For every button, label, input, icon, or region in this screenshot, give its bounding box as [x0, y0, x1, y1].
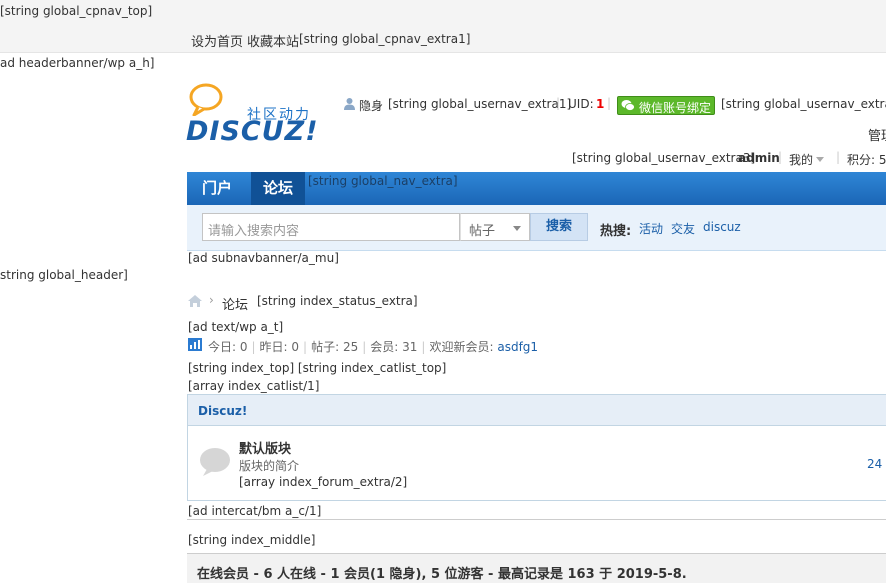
username-link[interactable]: admin [738, 151, 780, 165]
forum-stats: 今日: 0 | 昨日: 0 | 帖子: 25 | 会员: 31 | 欢迎新会员: asdfg1 [208, 338, 538, 355]
online-members-text[interactable]: 在线会员 - 6 人在线 - 1 会员(1 隐身), 5 位游客 - 最高记录是… [197, 563, 687, 582]
stat-today: 今日: 0 [208, 340, 248, 354]
forum-post-count: 24 / [867, 457, 886, 471]
usernav-divider-4: | [836, 150, 841, 164]
search-button[interactable]: 搜索 [530, 213, 588, 241]
chevron-down-icon [513, 226, 521, 231]
stat-separator: | [251, 340, 256, 354]
stat-members: 会员: 31 [370, 340, 418, 354]
stat-posts: 帖子: 25 [311, 340, 359, 354]
index-top-placeholder: [string index_top] [string index_catlist… [188, 361, 447, 375]
global-header-placeholder: string global_header] [0, 268, 128, 282]
breadcrumb-separator-icon: › [209, 293, 214, 307]
main-nav: 门户 论坛 [string global_nav_extra] [187, 172, 886, 205]
nav-portal[interactable]: 门户 [190, 172, 244, 205]
manage-link[interactable]: 管理 [868, 125, 886, 144]
cpnav-extra1-placeholder: [string global_cpnav_extra1] [299, 32, 471, 46]
nav-forum[interactable]: 论坛 [251, 172, 306, 205]
usernav-divider-2: | [607, 96, 612, 110]
set-home-link[interactable]: 设为首页 [191, 31, 243, 50]
top-bar: [string global_cpnav_top] 设为首页 收藏本站 [str… [0, 0, 886, 53]
usernav-extra4-placeholder: [string global_usernav_extra4] [721, 97, 886, 111]
stat-welcome: 欢迎新会员: [429, 340, 494, 354]
my-menu[interactable]: 我的 [789, 151, 813, 168]
points-link[interactable]: 积分: 5 [847, 151, 886, 168]
index-middle-placeholder: [string index_middle] [188, 533, 316, 547]
stat-separator: | [421, 340, 426, 354]
uid-value: 1 [596, 97, 605, 111]
stat-yesterday: 昨日: 0 [259, 340, 300, 354]
nav-extra-placeholder: [string global_nav_extra] [308, 174, 458, 188]
hot-search-link[interactable]: 活动 [639, 220, 663, 237]
online-members-bar: 在线会员 - 6 人在线 - 1 会员(1 隐身), 5 位游客 - 最高记录是… [187, 553, 886, 583]
wechat-bind-label: 微信账号绑定 [639, 101, 712, 115]
logo-brand: DISCUZ! [186, 116, 319, 147]
forum-description: 版块的简介 [239, 459, 300, 473]
bookmark-link[interactable]: 收藏本站 [247, 31, 299, 50]
logo-bubble-icon [189, 83, 223, 116]
search-input[interactable]: 请输入搜索内容 [202, 213, 460, 241]
stats-chart-icon [188, 338, 202, 351]
user-icon [344, 98, 355, 110]
headerbanner-placeholder: ad headerbanner/wp a_h] [0, 56, 155, 70]
intercat-placeholder: [ad intercat/bm a_c/1] [188, 504, 322, 518]
usernav-divider-3: | [778, 150, 783, 164]
usernav-extra3-placeholder: [string global_usernav_extra3] [572, 151, 756, 165]
stealth-link[interactable]: 隐身 [359, 97, 383, 114]
subnav-banner-placeholder: [ad subnavbanner/a_mu] [188, 251, 339, 265]
forum-name-link[interactable]: 默认版块 [239, 438, 291, 457]
search-bar: 请输入搜索内容 帖子 搜索 热搜: 活动 交友 discuz [187, 205, 886, 251]
stat-separator: | [303, 340, 308, 354]
stat-separator: | [362, 340, 367, 354]
section-divider [187, 519, 886, 520]
index-status-extra-placeholder: [string index_status_extra] [257, 294, 418, 308]
cpnav-top-placeholder: [string global_cpnav_top] [0, 4, 153, 18]
my-menu-caret-icon [816, 157, 824, 162]
hot-search-link[interactable]: discuz [703, 220, 741, 234]
catlist-placeholder: [array index_catlist/1] [188, 379, 320, 393]
forum-row: 默认版块 版块的简介 [array index_forum_extra/2] 2… [187, 426, 886, 501]
newest-member-link[interactable]: asdfg1 [497, 340, 538, 354]
search-type-select[interactable]: 帖子 [460, 213, 530, 241]
wechat-icon [621, 100, 635, 111]
forum-extra-placeholder: [array index_forum_extra/2] [239, 475, 408, 489]
hot-search-link[interactable]: 交友 [671, 220, 695, 237]
wechat-bind-button[interactable]: 微信账号绑定 [617, 96, 715, 115]
ad-text-placeholder: [ad text/wp a_t] [188, 320, 284, 334]
breadcrumb-forum[interactable]: 论坛 [222, 294, 248, 313]
usernav-divider: | [556, 96, 561, 110]
category-header: Discuz! [187, 394, 886, 426]
forum-status-icon [200, 448, 230, 476]
category-title[interactable]: Discuz! [198, 404, 247, 418]
uid-label: UID: [568, 97, 594, 111]
usernav-extra1-placeholder: [string global_usernav_extra1] [388, 97, 572, 111]
hot-search-label: 热搜: [600, 224, 632, 239]
home-icon[interactable] [187, 294, 203, 308]
search-type-label: 帖子 [469, 224, 496, 239]
